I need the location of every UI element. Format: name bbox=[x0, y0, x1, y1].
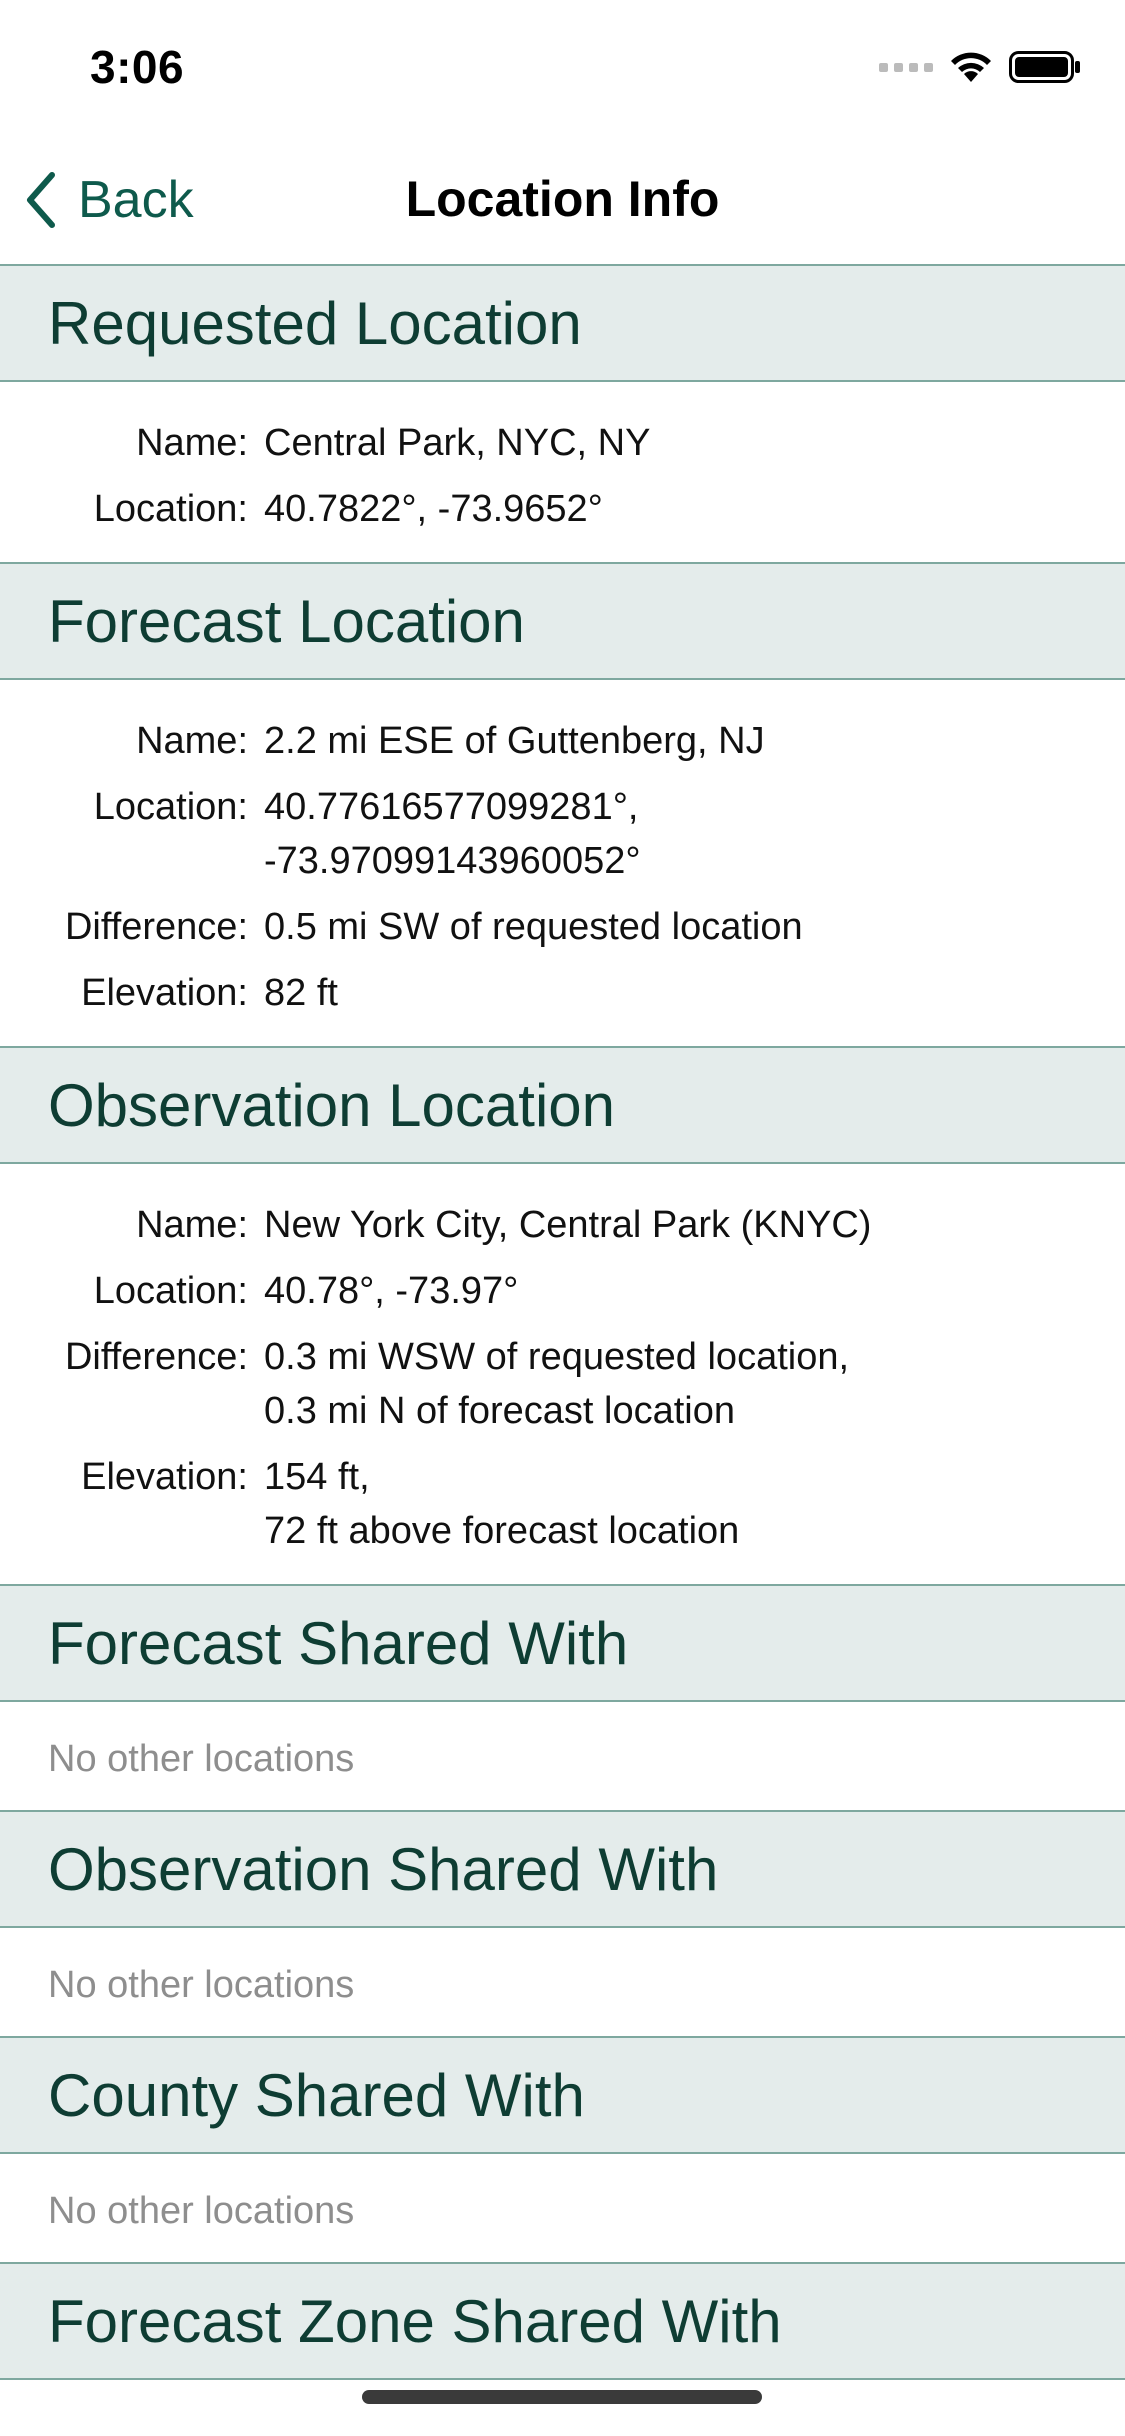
section-body-requested-location: Name: Central Park, NYC, NY Location: 40… bbox=[0, 382, 1125, 562]
section-header-forecast-zone-shared-with: Forecast Zone Shared With bbox=[0, 2262, 1125, 2380]
row-value: 82 ft bbox=[264, 972, 338, 1014]
info-row-difference: Difference: 0.5 mi SW of requested locat… bbox=[0, 900, 1125, 954]
row-value: 0.5 mi SW of requested location bbox=[264, 906, 803, 948]
info-row-elevation: Elevation: 154 ft, 72 ft above forecast … bbox=[0, 1450, 1125, 1558]
row-label: Difference: bbox=[64, 1336, 248, 1378]
row-value: 0.3 mi WSW of requested location, 0.3 mi… bbox=[264, 1336, 850, 1432]
row-label: Name: bbox=[136, 422, 248, 464]
section-header-county-shared-with: County Shared With bbox=[0, 2036, 1125, 2154]
row-label: Name: bbox=[136, 1204, 248, 1246]
empty-state-text: No other locations bbox=[48, 1738, 355, 1780]
section-body-observation-location: Name: New York City, Central Park (KNYC)… bbox=[0, 1164, 1125, 1584]
row-label: Location: bbox=[93, 786, 248, 828]
info-row-location: Location: 40.78°, -73.97° bbox=[0, 1264, 1125, 1318]
info-row-name: Name: New York City, Central Park (KNYC) bbox=[0, 1198, 1125, 1252]
wifi-icon bbox=[951, 52, 991, 82]
row-value: 2.2 mi ESE of Guttenberg, NJ bbox=[264, 720, 765, 762]
info-row-name: Name: Central Park, NYC, NY bbox=[0, 416, 1125, 470]
row-label: Location: bbox=[93, 1270, 248, 1312]
info-row-elevation: Elevation: 82 ft bbox=[0, 966, 1125, 1020]
battery-icon bbox=[1009, 51, 1080, 83]
section-header-forecast-location: Forecast Location bbox=[0, 562, 1125, 680]
row-value: 40.77616577099281°, -73.97099143960052° bbox=[264, 786, 641, 882]
home-indicator[interactable] bbox=[362, 2390, 762, 2404]
row-value: 40.78°, -73.97° bbox=[264, 1270, 519, 1312]
info-row-location: Location: 40.77616577099281°, -73.970991… bbox=[0, 780, 1125, 888]
row-value: 154 ft, 72 ft above forecast location bbox=[264, 1456, 740, 1552]
section-header-requested-location: Requested Location bbox=[0, 264, 1125, 382]
info-row-difference: Difference: 0.3 mi WSW of requested loca… bbox=[0, 1330, 1125, 1438]
row-value: 40.7822°, -73.9652° bbox=[264, 488, 603, 530]
status-icons bbox=[879, 50, 1081, 84]
row-label: Difference: bbox=[64, 906, 248, 948]
row-label: Name: bbox=[136, 720, 248, 762]
row-value: New York City, Central Park (KNYC) bbox=[264, 1204, 872, 1246]
section-header-observation-shared-with: Observation Shared With bbox=[0, 1810, 1125, 1928]
row-label: Elevation: bbox=[81, 972, 248, 1014]
info-row-location: Location: 40.7822°, -73.9652° bbox=[0, 482, 1125, 536]
info-row-name: Name: 2.2 mi ESE of Guttenberg, NJ bbox=[0, 714, 1125, 768]
empty-state-text: No other locations bbox=[48, 2190, 355, 2232]
status-bar: 3:06 bbox=[0, 0, 1125, 140]
row-label: Location: bbox=[93, 488, 248, 530]
section-header-observation-location: Observation Location bbox=[0, 1046, 1125, 1164]
row-label: Elevation: bbox=[81, 1456, 248, 1498]
status-time: 3:06 bbox=[90, 41, 185, 93]
section-header-forecast-shared-with: Forecast Shared With bbox=[0, 1584, 1125, 1702]
section-body-forecast-location: Name: 2.2 mi ESE of Guttenberg, NJ Locat… bbox=[0, 680, 1125, 1046]
page-title: Location Info bbox=[405, 171, 720, 227]
empty-state-text: No other locations bbox=[48, 1964, 355, 2006]
location-info-list[interactable]: Requested Location Name: Central Park, N… bbox=[0, 264, 1125, 2380]
navigation-bar: Back Location Info bbox=[0, 140, 1125, 264]
row-value: Central Park, NYC, NY bbox=[264, 422, 651, 464]
cellular-signal-icon bbox=[879, 62, 933, 72]
